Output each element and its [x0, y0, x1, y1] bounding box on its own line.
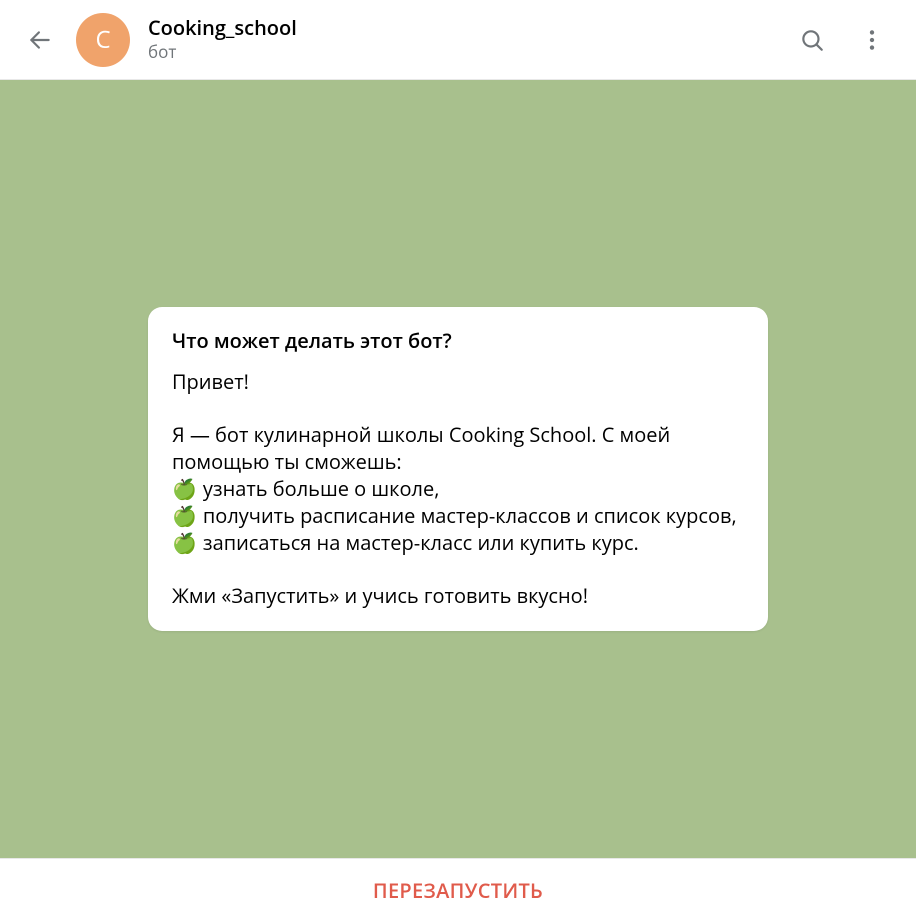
bot-info-card: Что может делать этот бот? Привет! Я — б… [148, 307, 768, 631]
header-actions [792, 20, 892, 60]
apple-icon: 🍏 [172, 502, 197, 529]
search-icon [799, 27, 825, 53]
chat-title-block[interactable]: Cooking_school бот [148, 16, 792, 62]
card-title: Что может делать этот бот? [172, 327, 744, 354]
more-vertical-icon [859, 27, 885, 53]
chat-header: C Cooking_school бот [0, 0, 916, 80]
search-button[interactable] [792, 20, 832, 60]
card-bullet: 🍏 записаться на мастер-класс или купить … [172, 529, 744, 556]
apple-icon: 🍏 [172, 475, 197, 502]
bottom-bar: ПЕРЕЗАПУСТИТЬ [0, 858, 916, 922]
card-greeting: Привет! [172, 368, 744, 395]
card-bullet-text: узнать больше о школе, [203, 475, 439, 502]
avatar[interactable]: C [76, 13, 130, 67]
chat-title: Cooking_school [148, 16, 792, 40]
restart-button[interactable]: ПЕРЕЗАПУСТИТЬ [373, 877, 543, 904]
chat-subtitle: бот [148, 42, 792, 62]
arrow-left-icon [27, 27, 53, 53]
card-bullet: 🍏 получить расписание мастер-классов и с… [172, 502, 744, 529]
card-cta: Жми «Запустить» и учись готовить вкусно! [172, 582, 744, 609]
card-intro: Я — бот кулинарной школы Cooking School.… [172, 421, 744, 475]
menu-button[interactable] [852, 20, 892, 60]
back-button[interactable] [20, 20, 60, 60]
card-bullet-text: получить расписание мастер-классов и спи… [203, 502, 737, 529]
apple-icon: 🍏 [172, 529, 197, 556]
card-bullet-text: записаться на мастер-класс или купить ку… [203, 529, 639, 556]
avatar-initial: C [95, 23, 110, 56]
card-bullet: 🍏 узнать больше о школе, [172, 475, 744, 502]
chat-area: Что может делать этот бот? Привет! Я — б… [0, 80, 916, 858]
